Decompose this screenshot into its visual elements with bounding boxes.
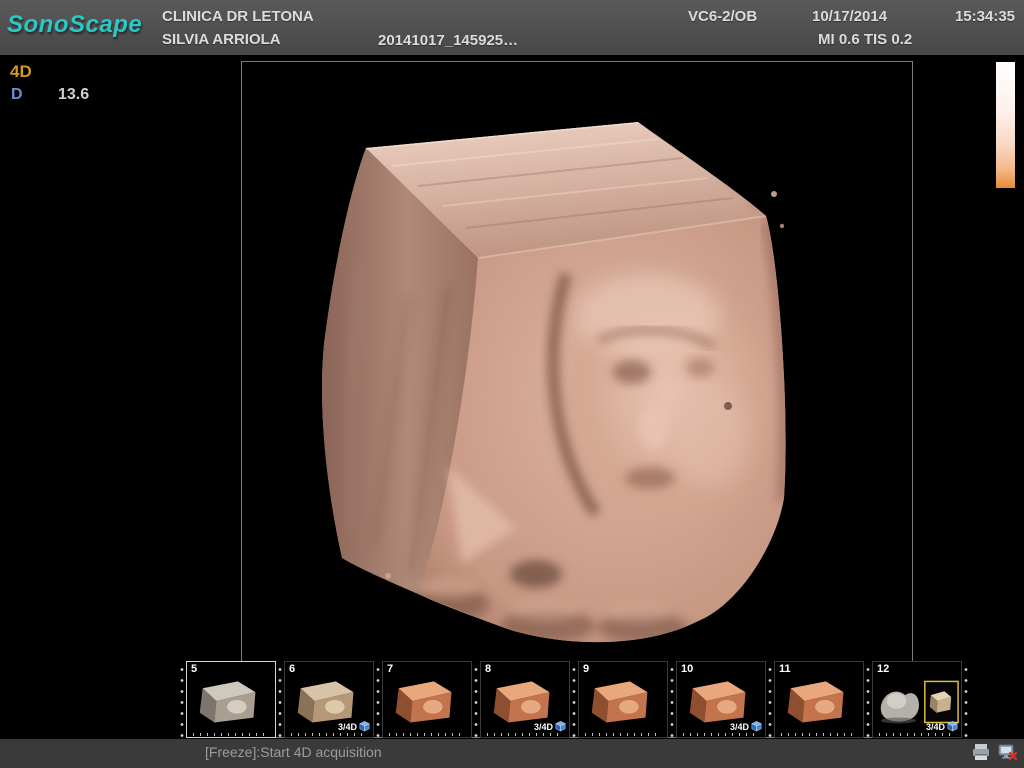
ruler-ticks (193, 732, 269, 736)
thumb-number: 9 (583, 663, 589, 675)
thumb-number: 11 (779, 663, 791, 675)
thumb-number: 7 (387, 663, 393, 675)
thumb-number: 5 (191, 663, 197, 675)
depth-label: D (11, 86, 23, 104)
cube-3d-icon (750, 719, 763, 732)
thumbnail-10[interactable]: 10 3/4D (676, 661, 766, 738)
probe-preset: VC6-2/OB (688, 8, 757, 25)
clip-badge-label: 3/4D (534, 722, 553, 732)
ruler-ticks (585, 732, 661, 736)
film-sprocket-divider (472, 661, 480, 738)
clip-badge: 3/4D (730, 719, 763, 732)
film-sprocket-divider (178, 661, 186, 738)
thumb-number: 6 (289, 663, 295, 675)
clip-badge-label: 3/4D (338, 722, 357, 732)
clip-badge: 3/4D (338, 719, 371, 732)
thumbnail-8[interactable]: 8 3/4D (480, 661, 570, 738)
depth-value: 13.6 (58, 86, 89, 104)
patient-name: SILVIA ARRIOLA (162, 31, 281, 48)
clip-badge: 3/4D (534, 719, 567, 732)
ruler-ticks (291, 732, 367, 736)
color-scale-bar (996, 62, 1015, 188)
thumbnail-strip: 5 6 3/4D (178, 661, 970, 738)
film-sprocket-divider (374, 661, 382, 738)
thumb-preview (383, 662, 471, 737)
clip-badge: 3/4D (926, 719, 959, 732)
study-id: 20141017_145925… (378, 32, 518, 49)
clinic-name: CLINICA DR LETONA (162, 8, 314, 25)
film-sprocket-divider (962, 661, 970, 738)
status-icons (971, 743, 1018, 761)
film-sprocket-divider (864, 661, 872, 738)
mi-tis-readout: MI 0.6 TIS 0.2 (818, 31, 912, 48)
thumbnail-7[interactable]: 7 (382, 661, 472, 738)
ruler-ticks (389, 732, 465, 736)
thumb-number: 8 (485, 663, 491, 675)
status-message: [Freeze]:Start 4D acquisition (205, 744, 382, 760)
cube-3d-icon (358, 719, 371, 732)
print-icon[interactable] (971, 743, 991, 761)
network-status-error-icon[interactable] (998, 743, 1018, 761)
screen: SonoScape CLINICA DR LETONA SILVIA ARRIO… (0, 0, 1024, 768)
brand-logo: SonoScape (7, 11, 142, 39)
film-sprocket-divider (766, 661, 774, 738)
ruler-ticks (781, 732, 857, 736)
header-bar: SonoScape CLINICA DR LETONA SILVIA ARRIO… (0, 0, 1024, 55)
thumbnail-12[interactable]: 12 3/4D (872, 661, 962, 738)
ruler-ticks (879, 732, 955, 736)
film-sprocket-divider (276, 661, 284, 738)
thumb-preview (187, 662, 275, 737)
clip-badge-label: 3/4D (730, 722, 749, 732)
exam-date: 10/17/2014 (812, 8, 887, 25)
mode-label: 4D (10, 62, 32, 82)
thumb-number: 10 (681, 663, 693, 675)
clip-badge-label: 3/4D (926, 722, 945, 732)
thumbnail-5[interactable]: 5 (186, 661, 276, 738)
ruler-ticks (487, 732, 563, 736)
thumbnail-6[interactable]: 6 3/4D (284, 661, 374, 738)
ruler-ticks (683, 732, 759, 736)
exam-time: 15:34:35 (955, 8, 1015, 25)
volume-render[interactable] (298, 106, 818, 666)
status-bar: [Freeze]:Start 4D acquisition (0, 739, 1024, 768)
thumb-preview (579, 662, 667, 737)
thumbnail-11[interactable]: 11 (774, 661, 864, 738)
thumb-number: 12 (877, 663, 889, 675)
cube-3d-icon (946, 719, 959, 732)
thumbnail-9[interactable]: 9 (578, 661, 668, 738)
film-sprocket-divider (668, 661, 676, 738)
cube-3d-icon (554, 719, 567, 732)
film-sprocket-divider (570, 661, 578, 738)
